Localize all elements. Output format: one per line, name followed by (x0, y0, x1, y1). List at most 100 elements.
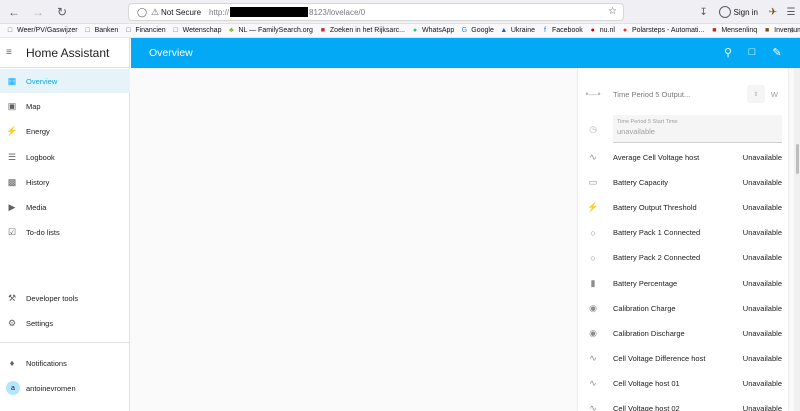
bookmark-label: Weer/PV/Gaswijzer (17, 27, 78, 34)
sidebar-item-label: To-do lists (26, 227, 60, 237)
download-icon[interactable]: ↧ (695, 7, 713, 18)
bookmark-item[interactable]: □ Wetenschap (172, 27, 222, 35)
bookmark-item[interactable]: □ Weer/PV/Gaswijzer (6, 27, 78, 35)
sidebar-item-todo[interactable]: ☑ To-do lists (0, 220, 130, 244)
polarsteps-icon: ● (622, 26, 628, 34)
eye-icon: ◉ (589, 327, 597, 338)
extension-icon[interactable]: ✈ (764, 7, 782, 18)
entity-row[interactable]: ○ Battery Pack 2 Connected Unavailable (578, 245, 788, 270)
entity-row[interactable]: ▭ Battery Capacity Unavailable (578, 170, 788, 195)
circle-outline-icon: ○ (590, 252, 596, 263)
bookmark-item[interactable]: ▲ Ukraine (500, 27, 535, 35)
not-secure-label[interactable]: Not Secure (161, 8, 201, 17)
avatar: a (6, 381, 20, 395)
sidebar-item-media[interactable]: ▶ Media (0, 195, 130, 219)
number-input-row: •—• Time Period 5 Output... ⇕ W (578, 80, 788, 108)
bookmark-item[interactable]: ● Polarsteps - Automati... (621, 26, 705, 35)
entity-row[interactable]: ▮ Battery Percentage Unavailable (578, 271, 788, 296)
bookmark-label: Zoeken in het Rijksarc... (329, 27, 405, 34)
bookmark-item[interactable]: G Google (460, 27, 494, 35)
entity-row[interactable]: ◉ Calibration Discharge Unavailable (578, 321, 788, 346)
sidebar-item-label: Energy (26, 126, 50, 136)
entity-state: Unavailable (742, 278, 782, 288)
number-input[interactable]: ⇕ (746, 85, 765, 103)
sidebar-item-energy[interactable]: ⚡ Energy (0, 119, 130, 143)
sidebar-title: Home Assistant (26, 45, 110, 60)
sidebar-item-notifications[interactable]: ♦ Notifications (0, 351, 130, 375)
entity-row[interactable]: ∿ Cell Voltage host 02 Unavailable (578, 396, 788, 411)
sidebar-item-history[interactable]: ▩ History (0, 170, 130, 194)
bookmark-item[interactable]: ♣ NL — FamilySearch.org (227, 27, 313, 35)
forward-arrow-icon[interactable]: → (28, 2, 48, 22)
sidebar-item-logbook[interactable]: ☰ Logbook (0, 145, 130, 169)
sine-wave-icon: ∿ (589, 377, 597, 388)
media-icon: ▶ (8, 201, 16, 212)
entity-row[interactable]: ∿ Cell Voltage Difference host Unavailable (578, 346, 788, 371)
reload-icon[interactable]: ↻ (52, 2, 72, 22)
entity-row[interactable]: ○ Battery Pack 1 Connected Unavailable (578, 220, 788, 245)
entity-name: Calibration Charge (613, 303, 676, 313)
scrollbar-thumb[interactable] (796, 144, 799, 174)
search-icon[interactable]: ⚲ (721, 46, 735, 59)
bookmark-item[interactable]: ● WhatsApp (411, 27, 454, 35)
bookmark-item[interactable]: ■ Zoeken in het Rijksarc... (319, 27, 405, 35)
entity-row[interactable]: ⚡ Battery Output Threshold Unavailable (578, 195, 788, 220)
sign-in-button[interactable]: Sign in (718, 6, 758, 18)
bookmark-star-icon[interactable]: ☆ (608, 6, 617, 17)
sidebar-item-developer-tools[interactable]: ⚒ Developer tools (0, 286, 130, 310)
back-arrow-icon[interactable]: ← (4, 2, 24, 22)
bookmark-item[interactable]: □ Banken (84, 27, 118, 35)
bookmark-label: Wetenschap (182, 27, 222, 34)
bookmark-label: nu.nl (599, 27, 615, 34)
sidebar-item-profile[interactable]: a antoinevromen (0, 376, 130, 400)
sidebar-header: ≡ Home Assistant (0, 38, 129, 68)
battery-icon: ▮ (590, 277, 596, 288)
scrollbar[interactable] (794, 68, 800, 411)
bookmark-label: Google (471, 27, 494, 34)
account-icon (718, 6, 731, 18)
url-bar[interactable]: ◯ ⚠ Not Secure http:// 8123/lovelace/0 ☆ (128, 3, 624, 21)
bookmark-item[interactable]: ■ Inventum Ecolution Fo... (763, 27, 800, 35)
entity-row[interactable]: ∿ Cell Voltage host 01 Unavailable (578, 371, 788, 396)
time-input[interactable]: Time Period 5 Start Time unavailable (613, 115, 782, 143)
entity-row[interactable]: ◉ Calibration Charge Unavailable (578, 296, 788, 321)
folder-icon: □ (173, 26, 178, 34)
menu-icon[interactable]: ☰ (782, 7, 800, 18)
sidebar-item-label: Map (26, 101, 41, 111)
unit-label: W (770, 89, 778, 99)
todo-icon: ☑ (7, 226, 17, 237)
bookmark-item[interactable]: ■ Mensenlinq (710, 27, 757, 35)
url-prefix: http:// (209, 7, 230, 17)
assist-icon[interactable]: □ (745, 46, 759, 58)
sidebar-item-map[interactable]: ▣ Map (0, 94, 130, 118)
bookmarks-overflow-icon[interactable]: » (789, 25, 794, 35)
entity-row[interactable]: ∿ Average Cell Voltage host Unavailable (578, 145, 788, 170)
sidebar-item-label: Notifications (26, 358, 67, 368)
sidebar-item-label: Overview (26, 76, 58, 86)
bookmark-item[interactable]: □ Financien (124, 27, 165, 35)
sine-wave-icon: ∿ (589, 152, 597, 162)
flash-icon: ⚡ (587, 202, 599, 213)
entity-name: Calibration Discharge (613, 328, 685, 338)
bell-icon: ♦ (9, 358, 15, 368)
insecure-lock-icon[interactable]: ⚠ (149, 7, 161, 18)
dashboard-view: •—• Time Period 5 Output... ⇕ W ◷ Time P… (131, 68, 800, 411)
menu-open-icon[interactable]: ≡ (6, 47, 20, 58)
sidebar-divider (0, 342, 130, 343)
bookmark-item[interactable]: f Facebook (541, 27, 583, 35)
sidebar-item-settings[interactable]: ⚙ Settings (0, 311, 130, 335)
eye-icon: ◉ (589, 302, 597, 313)
entity-state: Unavailable (742, 303, 782, 313)
shield-icon[interactable]: ◯ (135, 7, 149, 18)
entity-state: Unavailable (742, 153, 782, 162)
inventum-icon: ■ (765, 26, 770, 34)
url-path: 8123/lovelace/0 (309, 7, 366, 17)
nu-icon: ● (590, 26, 595, 34)
entity-name: Battery Pack 2 Connected (613, 253, 701, 263)
sidebar-item-overview[interactable]: ▦ Overview (0, 69, 130, 93)
page-title: Overview (149, 47, 193, 59)
edit-pencil-icon[interactable]: ✎ (770, 46, 784, 59)
entity-name: Cell Voltage host 01 (613, 378, 680, 388)
entity-name: Time Period 5 Output... (613, 89, 691, 99)
bookmark-item[interactable]: ● nu.nl (589, 27, 615, 35)
